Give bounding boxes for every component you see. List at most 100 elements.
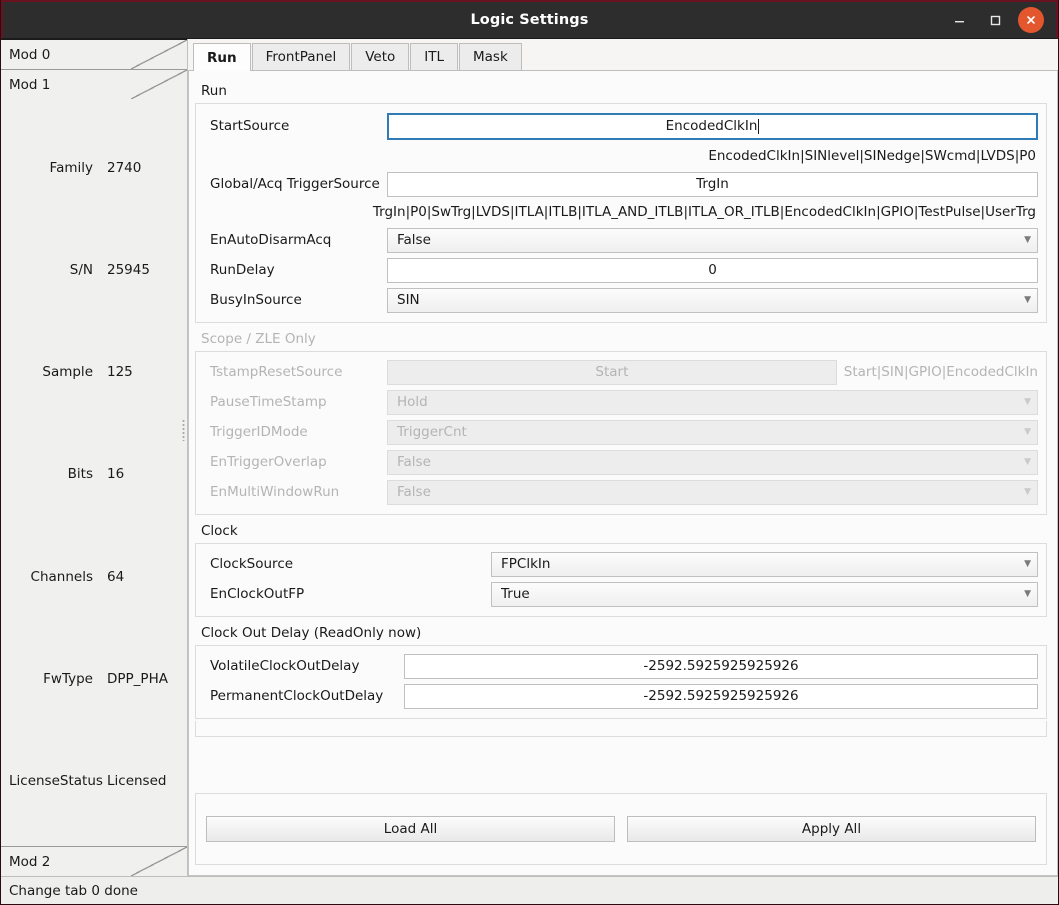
chevron-down-icon: ▼	[1024, 426, 1031, 437]
property-value: 64	[107, 568, 125, 585]
property-key: S/N	[69, 262, 93, 279]
chevron-down-icon: ▼	[1024, 456, 1031, 467]
trigger-id-mode-select: TriggerCnt ▼	[387, 419, 1038, 445]
chevron-down-icon: ▼	[1024, 234, 1031, 245]
en-clock-out-fp-label: EnClockOutFP	[210, 586, 305, 602]
scope-zle-group: Scope / ZLE Only TstampResetSource Start…	[195, 325, 1047, 515]
permanent-clock-out-delay-label: PermanentClockOutDelay	[210, 688, 384, 704]
property-value: DPP_PHA	[107, 670, 168, 687]
row-permanent-clock-out-delay: PermanentClockOutDelay -2592.59259259259…	[204, 681, 1038, 711]
sidebar-accordion-mod2[interactable]: Mod 2	[1, 846, 187, 876]
titlebar: Logic Settings	[1, 0, 1058, 39]
sidebar: Mod 0 Mod 1 Family 2740 S/N 25945 Sample…	[1, 39, 188, 876]
trigger-source-value: TrgIn	[696, 176, 729, 192]
en-trigger-overlap-select: False ▼	[387, 449, 1038, 475]
en-auto-disarm-acq-value: False	[397, 232, 431, 248]
panel-spacer	[195, 721, 1047, 737]
list-item: S/N 25945	[1, 262, 187, 278]
run-delay-input[interactable]: 0	[387, 257, 1038, 283]
clock-source-label: ClockSource	[210, 556, 294, 572]
sidebar-accordion-mod0[interactable]: Mod 0	[1, 39, 187, 69]
list-item: FwType DPP_PHA	[1, 671, 187, 687]
permanent-clock-out-delay-value: -2592.5925925925926	[643, 688, 799, 704]
tab-run[interactable]: Run	[193, 43, 251, 71]
chevron-down-icon: ▼	[1024, 588, 1031, 599]
trigger-id-mode-value: TriggerCnt	[397, 424, 467, 440]
tab-itl[interactable]: ITL	[410, 43, 458, 70]
clock-group-title: Clock	[201, 523, 238, 539]
row-pause-timestamp: PauseTimeStamp Hold ▼	[204, 387, 1038, 417]
tab-mask[interactable]: Mask	[459, 43, 522, 70]
property-value: 125	[107, 364, 133, 381]
accordion-label: Mod 1	[9, 76, 51, 93]
tab-label: Mask	[473, 49, 508, 65]
tab-veto[interactable]: Veto	[351, 43, 410, 70]
run-delay-value: 0	[708, 262, 717, 278]
tstamp-reset-source-input: Start	[387, 359, 837, 385]
run-group: Run StartSource EncodedClkIn EncodedClkI…	[195, 77, 1047, 323]
maximize-icon[interactable]	[982, 7, 1008, 33]
start-source-hint: EncodedClkIn|SINlevel|SINedge|SWcmd|LVDS…	[708, 148, 1036, 164]
row-run-delay: RunDelay 0	[204, 255, 1038, 285]
property-key: Family	[49, 160, 93, 177]
row-trigger-source: Global/Acq TriggerSource TrgIn	[204, 169, 1038, 199]
clock-group: Clock ClockSource FPClkIn ▼ EnClockOutFP	[195, 517, 1047, 617]
volatile-clock-out-delay-value: -2592.5925925925926	[643, 658, 799, 674]
busy-in-source-select[interactable]: SIN ▼	[387, 287, 1038, 313]
status-message: Change tab 0 done	[9, 882, 138, 899]
property-key: LicenseStatus	[9, 772, 103, 789]
property-key: Bits	[67, 466, 93, 483]
tab-frontpanel[interactable]: FrontPanel	[251, 43, 351, 70]
trigger-source-hint: TrgIn|P0|SwTrg|LVDS|ITLA|ITLB|ITLA_AND_I…	[372, 204, 1036, 220]
tab-label: Veto	[365, 49, 396, 65]
row-volatile-clock-out-delay: VolatileClockOutDelay -2592.592592592592…	[204, 651, 1038, 681]
apply-all-button[interactable]: Apply All	[627, 816, 1036, 842]
sidebar-accordion-mod1[interactable]: Mod 1	[1, 69, 187, 99]
tab-label: ITL	[424, 49, 444, 65]
en-multi-window-run-value: False	[397, 484, 431, 500]
start-source-input[interactable]: EncodedClkIn	[387, 112, 1038, 140]
run-group-box: StartSource EncodedClkIn EncodedClkIn|SI…	[195, 103, 1047, 323]
row-en-clock-out-fp: EnClockOutFP True ▼	[204, 579, 1038, 609]
clock-source-select[interactable]: FPClkIn ▼	[491, 551, 1038, 577]
accordion-label: Mod 0	[9, 46, 51, 63]
row-clock-source: ClockSource FPClkIn ▼	[204, 549, 1038, 579]
close-icon[interactable]	[1018, 7, 1044, 33]
property-key: Sample	[42, 364, 93, 381]
trigger-source-label: Global/Acq TriggerSource	[210, 176, 380, 192]
window-controls	[946, 7, 1056, 33]
sidebar-properties-panel: Family 2740 S/N 25945 Sample 125 Bits 16…	[1, 99, 187, 846]
property-key: FwType	[43, 670, 93, 687]
window-title: Logic Settings	[470, 12, 589, 28]
trigger-id-mode-label: TriggerIDMode	[210, 424, 308, 440]
en-multi-window-run-select: False ▼	[387, 479, 1038, 505]
accordion-label: Mod 2	[9, 853, 51, 870]
en-trigger-overlap-label: EnTriggerOverlap	[210, 454, 327, 470]
en-multi-window-run-label: EnMultiWindowRun	[210, 484, 340, 500]
clock-group-box: ClockSource FPClkIn ▼ EnClockOutFP True …	[195, 543, 1047, 617]
tab-bar: Run FrontPanel Veto ITL Mask	[188, 39, 1058, 71]
list-item: Channels 64	[1, 569, 187, 585]
text-caret	[758, 118, 760, 134]
sidebar-scrollbar[interactable]	[181, 279, 186, 579]
tstamp-reset-source-value: Start	[595, 364, 629, 380]
row-tstamp-reset-source: TstampResetSource Start Start|SIN|GPIO|E…	[204, 357, 1038, 387]
tab-label: FrontPanel	[265, 49, 337, 65]
row-en-multi-window-run: EnMultiWindowRun False ▼	[204, 477, 1038, 507]
row-en-auto-disarm-acq: EnAutoDisarmAcq False ▼	[204, 225, 1038, 255]
pause-timestamp-value: Hold	[397, 394, 428, 410]
list-item: Bits 16	[1, 466, 187, 482]
load-all-button[interactable]: Load All	[206, 816, 615, 842]
list-item: Sample 125	[1, 364, 187, 380]
scope-zle-group-title: Scope / ZLE Only	[201, 331, 316, 347]
tab-label: Run	[207, 49, 237, 66]
trigger-source-input[interactable]: TrgIn	[387, 171, 1038, 197]
apply-all-label: Apply All	[801, 821, 862, 837]
property-key: Channels	[30, 568, 93, 585]
chevron-down-icon: ▼	[1024, 294, 1031, 305]
window-body: Mod 0 Mod 1 Family 2740 S/N 25945 Sample…	[1, 39, 1058, 876]
en-clock-out-fp-select[interactable]: True ▼	[491, 581, 1038, 607]
en-auto-disarm-acq-select[interactable]: False ▼	[387, 227, 1038, 253]
row-start-source: StartSource EncodedClkIn	[204, 109, 1038, 143]
minimize-icon[interactable]	[946, 7, 972, 33]
